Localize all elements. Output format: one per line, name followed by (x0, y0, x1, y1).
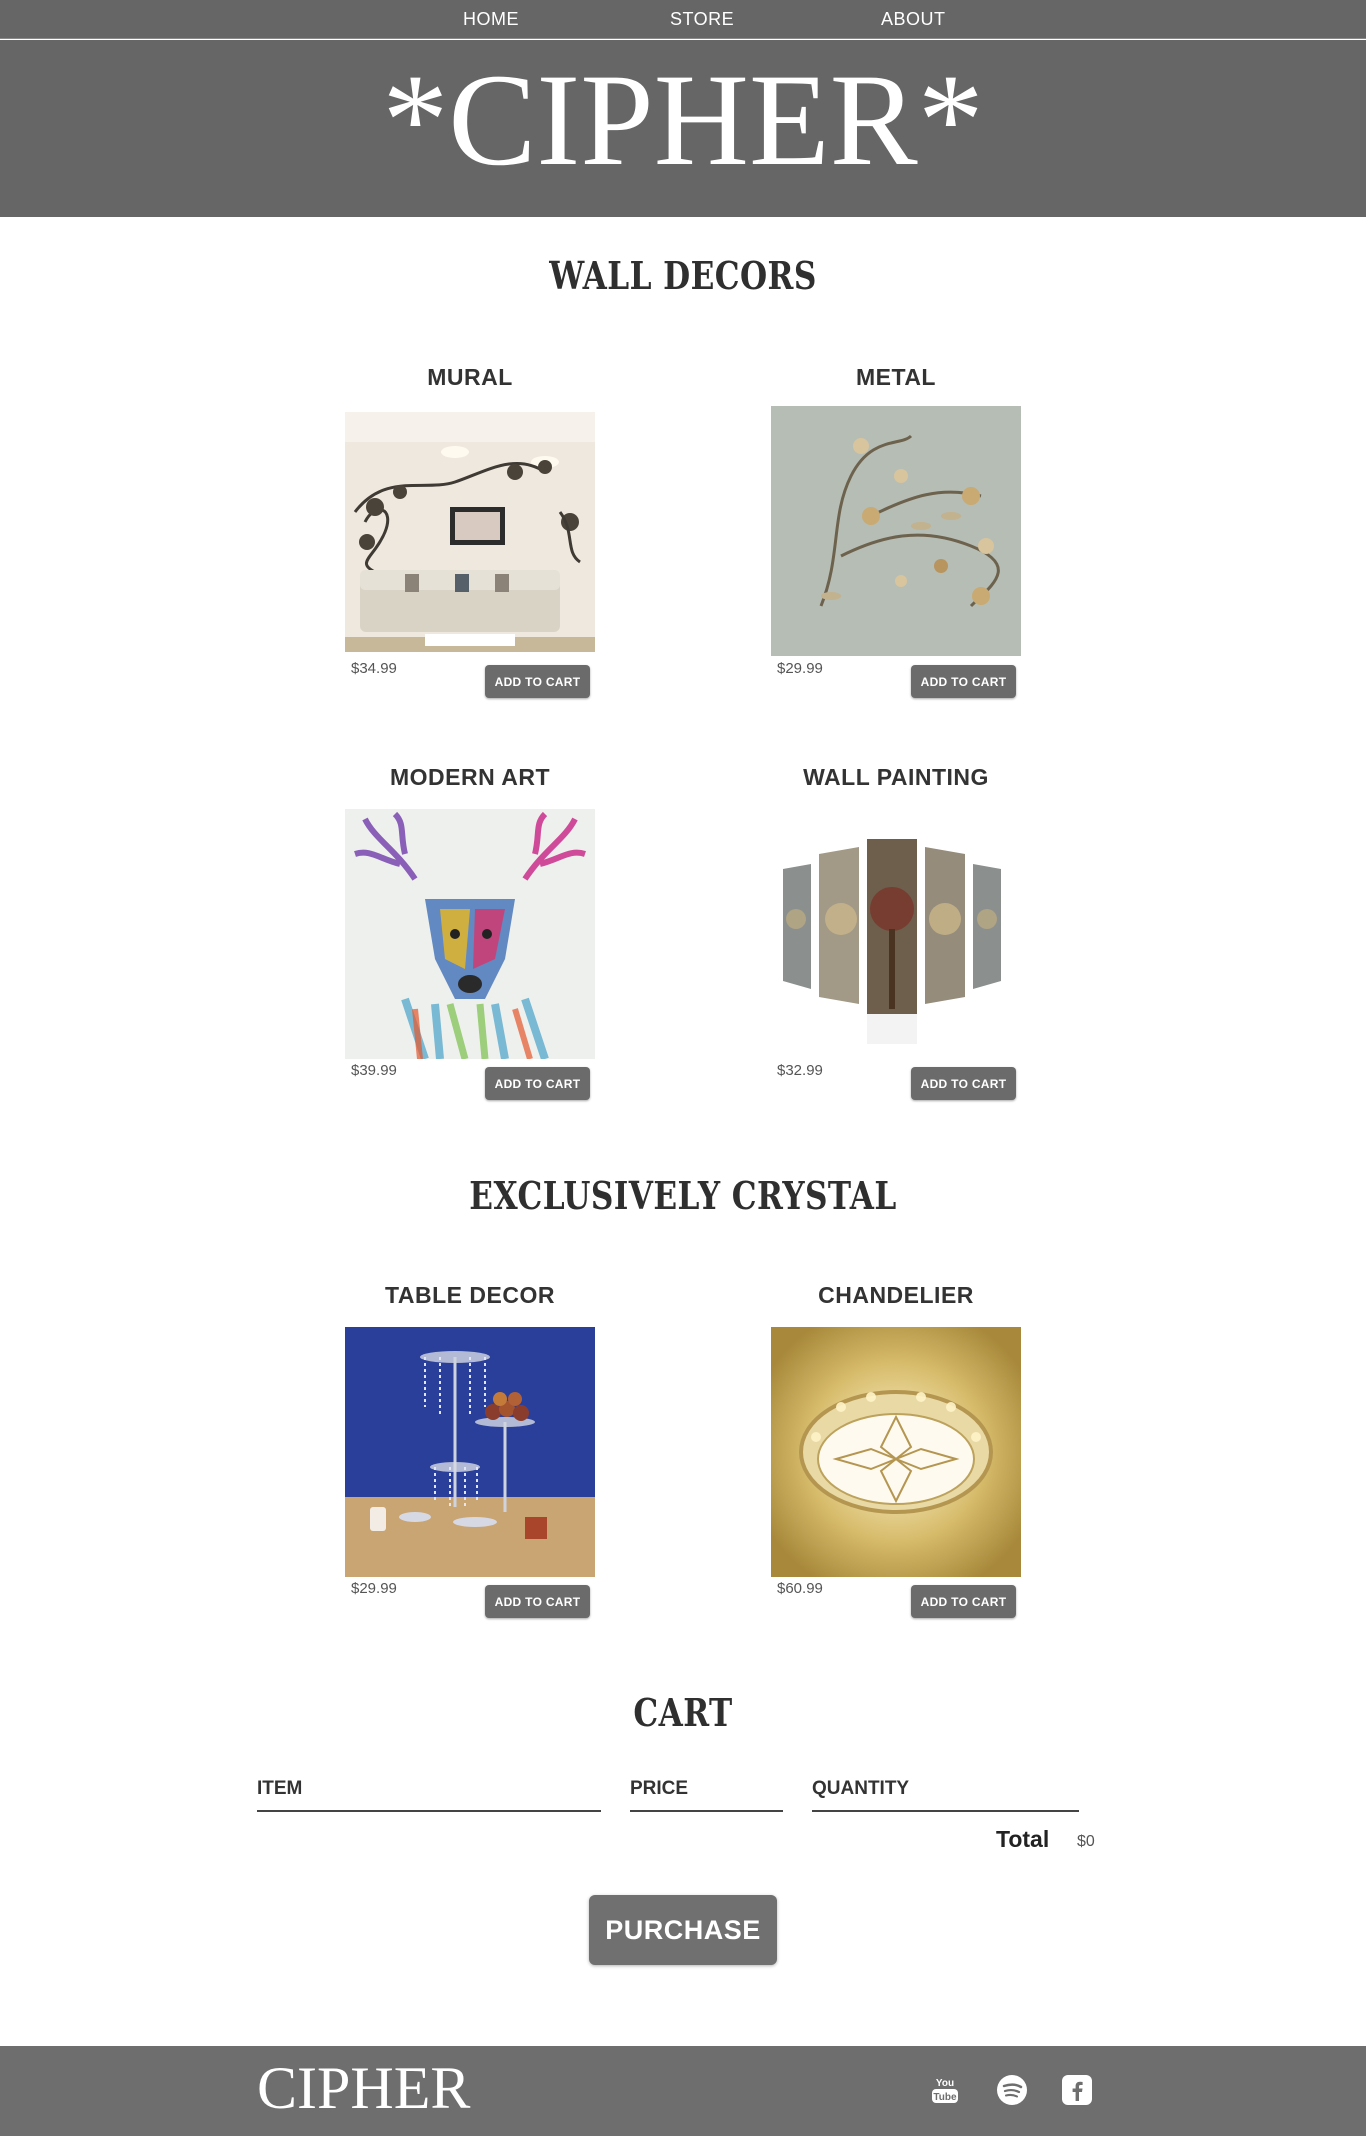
product-name: CHANDELIER (818, 1282, 974, 1308)
section-title-exclusively-crystal: EXCLUSIVELY CRYSTAL (469, 1173, 897, 1218)
nav-home-link[interactable]: HOME (463, 9, 519, 30)
product-image-wall-painting[interactable] (771, 809, 1021, 1059)
nav-store-link[interactable]: STORE (670, 9, 734, 30)
product-price: $60.99 (777, 1580, 823, 1597)
youtube-icon[interactable]: You Tube (929, 2074, 961, 2106)
section-title-wall-decors: WALL DECORS (549, 253, 817, 298)
cart-column-quantity: QUANTITY (812, 1778, 1079, 1812)
section-title-cart: CART (633, 1690, 733, 1735)
site-footer: CIPHER You Tube (0, 2046, 1366, 2136)
product-image-table-decor[interactable] (345, 1327, 595, 1577)
product-price: $39.99 (351, 1062, 397, 1079)
add-to-cart-button[interactable]: ADD TO CART (485, 1067, 590, 1100)
site-header: *CIPHER* (0, 40, 1366, 217)
product-image-metal[interactable] (771, 406, 1021, 656)
add-to-cart-button[interactable]: ADD TO CART (485, 1585, 590, 1618)
product-name: TABLE DECOR (385, 1282, 555, 1308)
product-price: $29.99 (351, 1580, 397, 1597)
cart-column-item: ITEM (257, 1778, 601, 1812)
facebook-icon[interactable] (1061, 2074, 1093, 2106)
product-name: METAL (855, 364, 936, 390)
add-to-cart-button[interactable]: ADD TO CART (911, 1067, 1016, 1100)
product-price: $32.99 (777, 1062, 823, 1079)
product-image-mural[interactable] (345, 412, 595, 652)
product-image-chandelier[interactable] (771, 1327, 1021, 1577)
spotify-icon[interactable] (996, 2074, 1028, 2106)
product-name: MODERN ART (389, 764, 551, 790)
brand-title: *CIPHER* (382, 46, 984, 193)
add-to-cart-button[interactable]: ADD TO CART (485, 665, 590, 698)
nav-about-link[interactable]: ABOUT (881, 9, 946, 30)
product-price: $29.99 (777, 660, 823, 677)
product-image-modern-art[interactable] (345, 809, 595, 1059)
add-to-cart-button[interactable]: ADD TO CART (911, 665, 1016, 698)
svg-text:You: You (936, 2078, 954, 2089)
cart-total-label: Total (996, 1826, 1050, 1852)
product-name: WALL PAINTING (803, 764, 989, 790)
svg-text:Tube: Tube (933, 2092, 957, 2103)
cart-total-value: $0 (1077, 1833, 1095, 1850)
add-to-cart-button[interactable]: ADD TO CART (911, 1585, 1016, 1618)
product-name: MURAL (427, 364, 513, 390)
purchase-button[interactable]: PURCHASE (589, 1895, 777, 1965)
product-price: $34.99 (351, 660, 397, 677)
cart-column-price: PRICE (630, 1778, 783, 1812)
footer-brand: CIPHER (257, 2055, 471, 2121)
top-nav: HOME STORE ABOUT (0, 0, 1366, 39)
